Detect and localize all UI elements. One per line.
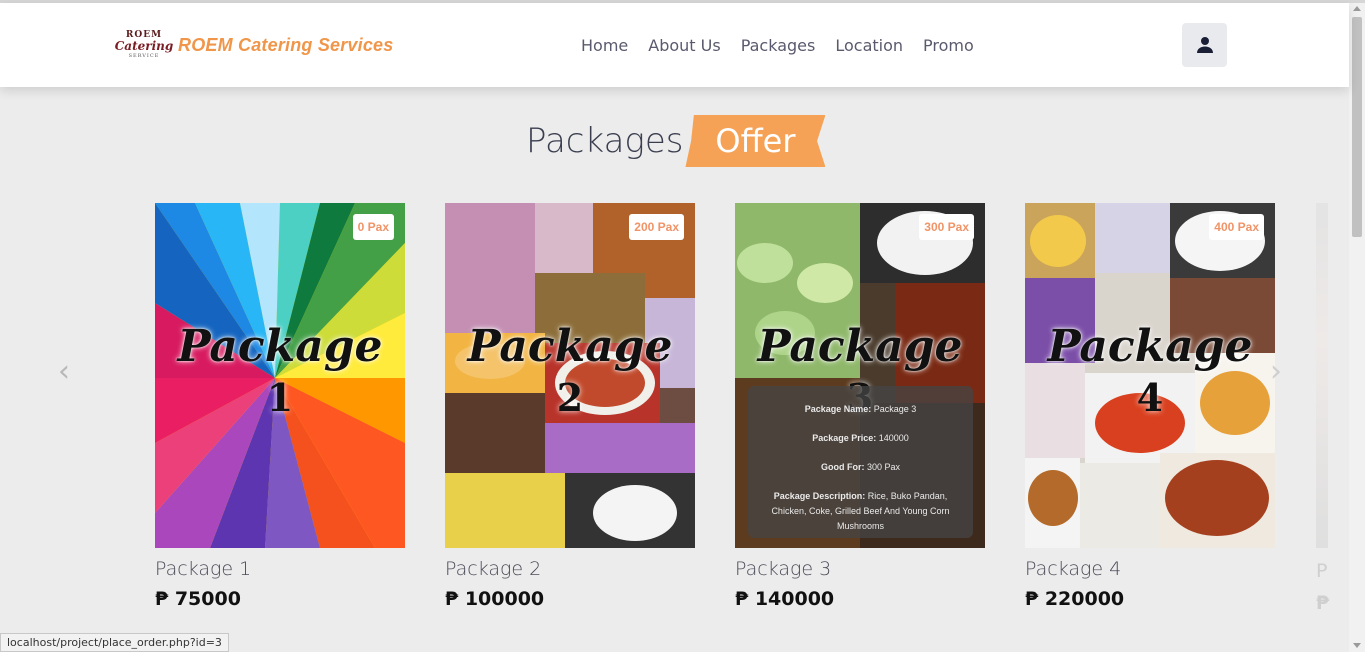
overlay-name: Package Name: Package 3	[804, 404, 917, 414]
overlay-description: Package Description: Rice, Buko Pandan, …	[771, 491, 950, 531]
package-price: ₱ 100000	[445, 588, 545, 610]
package-card-1[interactable]: Package 1 0 Pax Package 1 ₱ 75000	[155, 203, 405, 610]
nav-about-us[interactable]: About Us	[648, 36, 720, 55]
nav-home[interactable]: Home	[581, 36, 628, 55]
package-number: 2	[556, 375, 584, 420]
logo-line2: Catering	[114, 39, 174, 53]
package-price: ₱ 140000	[735, 588, 835, 610]
main-nav: Home About Us Packages Location Promo	[581, 36, 974, 55]
package-title[interactable]: Package 2	[445, 558, 695, 580]
pax-badge: 200 Pax	[629, 214, 684, 240]
package-card-4[interactable]: Package 4 400 Pax Package 4 ₱ 220000	[1025, 203, 1275, 610]
pax-badge: 400 Pax	[1209, 214, 1264, 240]
package-word: Package	[177, 321, 383, 372]
nav-location[interactable]: Location	[835, 36, 903, 55]
package-title-5[interactable]: P	[1316, 560, 1327, 582]
nav-promo[interactable]: Promo	[923, 36, 974, 55]
brand-name: ROEM Catering Services	[178, 34, 394, 55]
overlay-price: Package Price: 140000	[812, 433, 909, 443]
browser-status-bar: localhost/project/place_order.php?id=3	[0, 633, 229, 652]
nav-packages[interactable]: Packages	[741, 36, 816, 55]
package-card-5-image[interactable]	[1316, 203, 1328, 548]
brand-logo[interactable]: ROEM Catering SERVICE ROEM Catering Serv…	[115, 25, 394, 65]
package-title[interactable]: Package 1	[155, 558, 405, 580]
package-image-3[interactable]: Package 3 300 Pax Package Name: Package …	[735, 203, 985, 548]
scrollbar-thumb[interactable]	[1352, 17, 1362, 237]
page-scrollbar[interactable]	[1349, 3, 1365, 652]
package-word: Package	[1047, 321, 1253, 372]
overlay-good-for: Good For: 300 Pax	[820, 462, 901, 472]
carousel-fade	[0, 90, 160, 630]
package-details-overlay[interactable]: Package Name: Package 3 Package Price: 1…	[748, 386, 973, 538]
user-account-button[interactable]	[1182, 23, 1227, 67]
package-image-1[interactable]: Package 1 0 Pax	[155, 203, 405, 548]
heading-ribbon: Offer	[685, 115, 826, 167]
pax-badge: 0 Pax	[352, 214, 394, 240]
package-word: Package	[757, 321, 963, 372]
site-header: ROEM Catering SERVICE ROEM Catering Serv…	[0, 3, 1349, 87]
scroll-up-icon[interactable]	[1353, 6, 1361, 11]
package-number: 4	[1136, 375, 1164, 420]
package-card-3[interactable]: Package 3 300 Pax Package Name: Package …	[735, 203, 985, 610]
user-icon	[1196, 37, 1213, 53]
package-image-2[interactable]: Package 2 200 Pax	[445, 203, 695, 548]
package-number: 1	[266, 375, 294, 420]
carousel-next-icon[interactable]: ›	[1270, 357, 1282, 387]
heading-text: Packages	[526, 121, 684, 161]
section-heading: Packages Offer	[526, 115, 826, 167]
package-price: ₱ 220000	[1025, 588, 1125, 610]
package-image-4[interactable]: Package 4 400 Pax	[1025, 203, 1275, 548]
carousel-prev-icon[interactable]: ‹	[58, 357, 70, 387]
logo-emblem: ROEM Catering SERVICE	[115, 25, 174, 65]
pax-badge: 300 Pax	[919, 214, 974, 240]
logo-line3: SERVICE	[128, 53, 160, 59]
package-price: ₱ 75000	[155, 588, 241, 610]
package-price-5: ₱	[1316, 592, 1330, 614]
scroll-down-icon[interactable]	[1353, 643, 1361, 648]
package-title[interactable]: Package 4	[1025, 558, 1275, 580]
package-card-2[interactable]: Package 2 200 Pax Package 2 ₱ 100000	[445, 203, 695, 610]
package-title[interactable]: Package 3	[735, 558, 985, 580]
package-word: Package	[467, 321, 673, 372]
